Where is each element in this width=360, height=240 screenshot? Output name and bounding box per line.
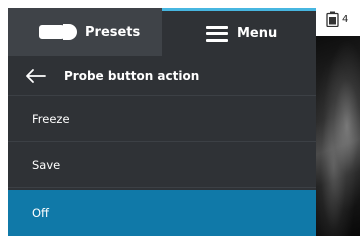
page-title: Probe button action — [64, 68, 200, 83]
probe-icon — [39, 24, 77, 40]
ultrasound-image — [316, 36, 360, 236]
back-arrow-icon[interactable] — [24, 68, 46, 84]
option-save[interactable]: Save — [8, 142, 316, 188]
tab-menu[interactable]: Menu — [162, 8, 316, 56]
option-off[interactable]: Off — [8, 190, 316, 236]
battery-icon — [326, 11, 339, 27]
battery-level: 4 — [342, 13, 349, 25]
battery-status: 4 — [326, 11, 348, 27]
option-label: Off — [32, 206, 49, 220]
option-label: Freeze — [32, 111, 70, 126]
option-label: Save — [32, 157, 61, 172]
tab-menu-label: Menu — [237, 26, 278, 41]
submenu-header: Probe button action — [8, 56, 316, 96]
settings-panel: Presets Menu Probe button action Freeze … — [8, 8, 316, 236]
hamburger-icon — [206, 25, 228, 42]
tab-presets[interactable]: Presets — [8, 8, 162, 56]
tab-presets-label: Presets — [85, 24, 141, 40]
top-tab-bar: Presets Menu — [8, 8, 316, 56]
option-freeze[interactable]: Freeze — [8, 96, 316, 142]
